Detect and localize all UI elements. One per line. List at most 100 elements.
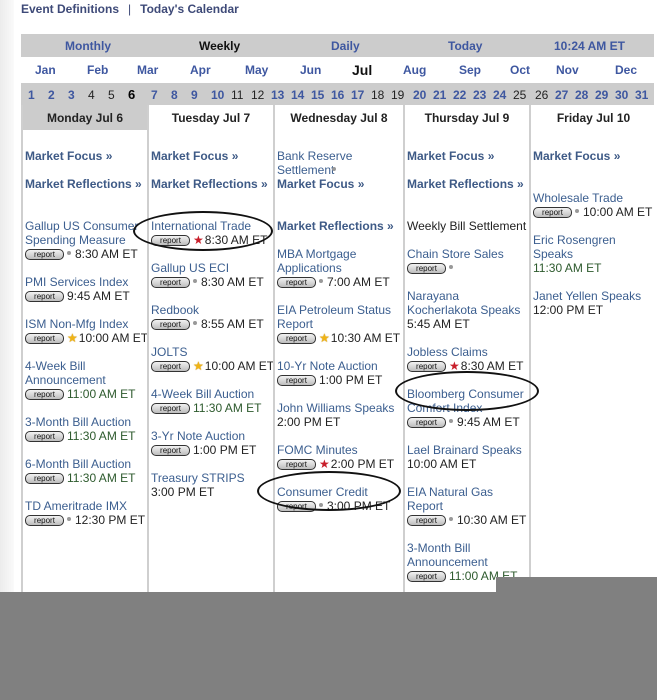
event-title-link[interactable]: Market Focus » (277, 177, 364, 191)
event-title-link[interactable]: Market Reflections » (25, 177, 142, 191)
event-definitions-link[interactable]: Event Definitions (21, 2, 119, 16)
event-title-link[interactable]: Market Reflections » (151, 177, 268, 191)
month-apr[interactable]: Apr (190, 63, 211, 77)
day-7[interactable]: 7 (151, 88, 158, 102)
day-21[interactable]: 21 (433, 88, 446, 102)
month-nov[interactable]: Nov (556, 63, 579, 77)
report-button[interactable]: report (25, 249, 64, 260)
report-button[interactable]: report (407, 571, 446, 582)
event-title-link[interactable]: Consumer Credit (277, 485, 390, 499)
month-jun[interactable]: Jun (300, 63, 321, 77)
event-title-link[interactable]: Gallup US Consumer Spending Measure (25, 219, 138, 247)
report-button[interactable]: report (151, 403, 190, 414)
event-title-link[interactable]: Narayana Kocherlakota Speaks (407, 289, 520, 317)
month-mar[interactable]: Mar (137, 63, 158, 77)
report-button[interactable]: report (25, 333, 64, 344)
report-button[interactable]: report (25, 515, 64, 526)
report-button[interactable]: report (277, 375, 316, 386)
month-jul[interactable]: Jul (352, 62, 372, 78)
day-9[interactable]: 9 (191, 88, 198, 102)
event-title-link[interactable]: TD Ameritrade IMX (25, 499, 145, 513)
event-title-link[interactable]: FOMC Minutes (277, 443, 394, 457)
report-button[interactable]: report (407, 515, 446, 526)
event-title-link[interactable]: PMI Services Index (25, 275, 130, 289)
report-button[interactable]: report (25, 291, 64, 302)
event-title-link[interactable]: EIA Natural Gas Report (407, 485, 526, 513)
report-button[interactable]: report (407, 263, 446, 274)
event-title-link[interactable]: 3-Month Bill Auction (25, 415, 135, 429)
month-feb[interactable]: Feb (87, 63, 108, 77)
month-oct[interactable]: Oct (510, 63, 530, 77)
report-button[interactable]: report (25, 473, 64, 484)
report-button[interactable]: report (407, 361, 446, 372)
day-2[interactable]: 2 (48, 88, 55, 102)
day-15[interactable]: 15 (311, 88, 324, 102)
event-title-link[interactable]: Market Focus » (533, 149, 620, 163)
event-title-link[interactable]: Eric Rosengren Speaks (533, 233, 616, 261)
report-button[interactable]: report (277, 333, 316, 344)
day-24[interactable]: 24 (493, 88, 506, 102)
day-8[interactable]: 8 (171, 88, 178, 102)
day-12[interactable]: 12 (251, 88, 264, 102)
month-jan[interactable]: Jan (35, 63, 56, 77)
day-6[interactable]: 6 (128, 87, 135, 102)
day-17[interactable]: 17 (351, 88, 364, 102)
report-button[interactable]: report (277, 459, 316, 470)
event-title-link[interactable]: EIA Petroleum Status Report (277, 303, 400, 331)
day-14[interactable]: 14 (291, 88, 304, 102)
month-aug[interactable]: Aug (403, 63, 426, 77)
report-button[interactable]: report (151, 445, 190, 456)
day-28[interactable]: 28 (575, 88, 588, 102)
event-title-link[interactable]: ISM Non-Mfg Index (25, 317, 148, 331)
event-title-link[interactable]: Redbook (151, 303, 264, 317)
day-5[interactable]: 5 (108, 88, 115, 102)
day-18[interactable]: 18 (371, 88, 384, 102)
event-title-link[interactable]: 4-Week Bill Announcement (25, 359, 135, 387)
report-button[interactable]: report (277, 501, 316, 512)
report-button[interactable]: report (277, 277, 316, 288)
report-button[interactable]: report (151, 319, 190, 330)
event-title-link[interactable]: 3-Month Bill Announcement (407, 541, 517, 569)
event-title-link[interactable]: Treasury STRIPS (151, 471, 245, 485)
day-30[interactable]: 30 (615, 88, 628, 102)
event-title-link[interactable]: Bank Reserve Settlement (277, 149, 352, 177)
event-title-link[interactable]: 3-Yr Note Auction (151, 429, 256, 443)
event-title-link[interactable]: MBA Mortgage Applications (277, 247, 390, 275)
day-23[interactable]: 23 (473, 88, 486, 102)
event-title-link[interactable]: Market Reflections » (277, 219, 394, 233)
month-may[interactable]: May (245, 63, 268, 77)
report-button[interactable]: report (25, 431, 64, 442)
day-13[interactable]: 13 (271, 88, 284, 102)
day-26[interactable]: 26 (535, 88, 548, 102)
todays-calendar-link[interactable]: Today's Calendar (140, 2, 239, 16)
event-title-link[interactable]: Lael Brainard Speaks (407, 443, 522, 457)
event-title-link[interactable]: Market Focus » (407, 149, 494, 163)
event-title-link[interactable]: Jobless Claims (407, 345, 523, 359)
event-title-link[interactable]: Chain Store Sales (407, 247, 504, 261)
event-title-link[interactable]: Market Focus » (151, 149, 238, 163)
view-weekly[interactable]: Weekly (199, 39, 240, 53)
day-22[interactable]: 22 (453, 88, 466, 102)
report-button[interactable]: report (151, 277, 190, 288)
day-27[interactable]: 27 (555, 88, 568, 102)
view-today[interactable]: Today (448, 39, 482, 53)
day-4[interactable]: 4 (88, 88, 95, 102)
event-title-link[interactable]: John Williams Speaks (277, 401, 394, 415)
day-20[interactable]: 20 (413, 88, 426, 102)
report-button[interactable]: report (151, 235, 190, 246)
day-3[interactable]: 3 (68, 88, 75, 102)
day-10[interactable]: 10 (211, 88, 224, 102)
day-1[interactable]: 1 (28, 88, 35, 102)
month-sep[interactable]: Sep (459, 63, 481, 77)
event-title-link[interactable]: International Trade (151, 219, 267, 233)
event-title-link[interactable]: Wholesale Trade (533, 191, 652, 205)
view-daily[interactable]: Daily (331, 39, 360, 53)
event-title-link[interactable]: Market Reflections » (407, 177, 524, 191)
report-button[interactable]: report (25, 389, 64, 400)
day-19[interactable]: 19 (391, 88, 404, 102)
day-16[interactable]: 16 (331, 88, 344, 102)
event-title-link[interactable]: Gallup US ECI (151, 261, 264, 275)
view-monthly[interactable]: Monthly (65, 39, 111, 53)
day-25[interactable]: 25 (513, 88, 526, 102)
event-title-link[interactable]: Janet Yellen Speaks (533, 289, 641, 303)
